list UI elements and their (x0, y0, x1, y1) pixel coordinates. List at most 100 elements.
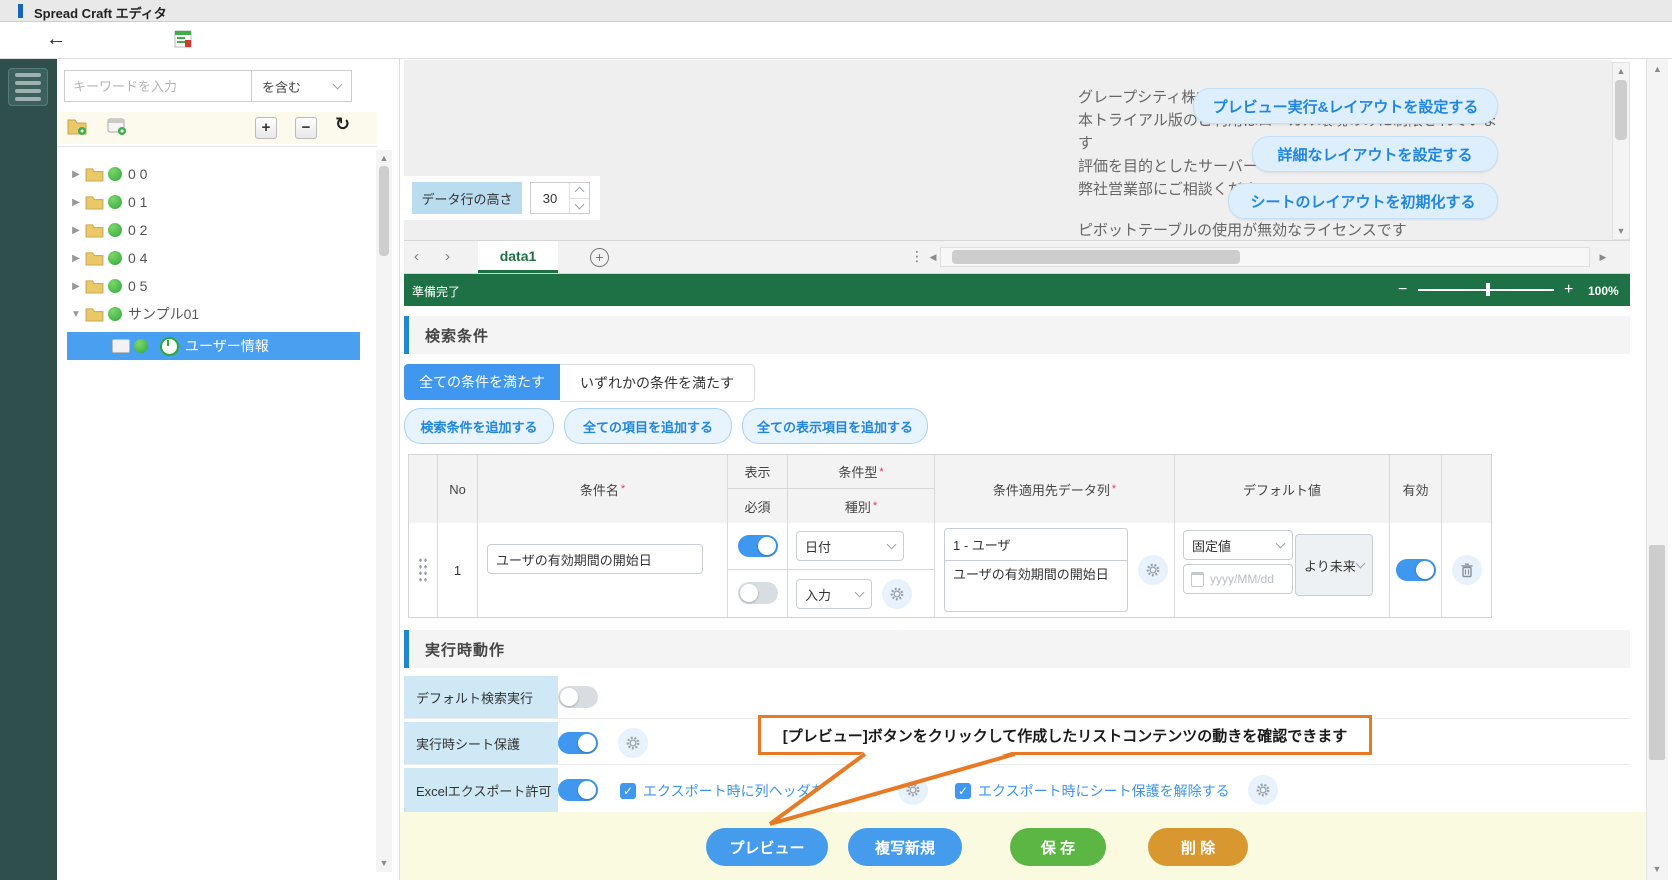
condition-name-input[interactable] (487, 544, 703, 574)
add-view-icon[interactable] (106, 116, 128, 136)
required-asterisk: * (620, 483, 626, 495)
sheet-tab-data1[interactable]: data1 (478, 241, 558, 273)
tab-match-any[interactable]: いずれかの条件を満たす (560, 364, 755, 402)
tree-item-sample01[interactable]: ▼ サンプル01 (67, 300, 360, 328)
folder-icon (85, 168, 104, 182)
expand-all-button[interactable]: + (255, 117, 277, 139)
tree-scrollbar[interactable]: ▲ (376, 150, 392, 872)
delete-button[interactable]: 削 除 (1148, 828, 1248, 866)
section-accent-bar (404, 630, 409, 668)
enabled-toggle[interactable] (1396, 559, 1436, 581)
preview-hint-callout: [プレビュー]ボタンをクリックして作成したリストコンテンツの動きを確認できます (758, 715, 1372, 755)
preview-scrollbar-thumb[interactable] (1615, 80, 1627, 140)
add-sheet-icon[interactable]: + (590, 248, 609, 267)
expand-icon[interactable]: ▶ (67, 169, 85, 180)
scroll-down-icon[interactable]: ▼ (376, 858, 392, 868)
folder-icon (85, 308, 104, 322)
add-folder-icon[interactable] (66, 116, 88, 136)
reset-sheet-layout-button[interactable]: シートのレイアウトを初期化する (1228, 183, 1498, 219)
row-height-input[interactable] (531, 183, 569, 213)
excel-export-label: Excelエクスポート許可 (404, 768, 558, 812)
tree-scrollbar-thumb[interactable] (379, 166, 389, 256)
scroll-left-icon[interactable]: ◀ (926, 252, 940, 263)
back-icon[interactable]: ← (46, 28, 66, 51)
default-search-toggle[interactable] (558, 686, 598, 708)
stepper-down-icon[interactable] (570, 197, 589, 214)
zoom-slider-thumb[interactable] (1486, 283, 1490, 296)
expand-icon[interactable]: ▶ (67, 225, 85, 236)
type-select-value: 日付 (805, 539, 832, 555)
refresh-icon[interactable]: ↻ (335, 114, 350, 135)
required-toggle[interactable] (738, 582, 778, 604)
kind-settings-gear-icon[interactable] (882, 579, 912, 609)
tree-item-00[interactable]: ▶ 0 0 (67, 160, 360, 188)
chevron-down-icon (1275, 538, 1286, 549)
zoom-in-icon[interactable]: + (1564, 281, 1573, 299)
detail-layout-button[interactable]: 詳細なレイアウトを設定する (1252, 136, 1498, 172)
page-scrollbar-thumb[interactable] (1649, 545, 1665, 760)
default-type-select[interactable]: 固定値 (1183, 530, 1293, 560)
sheet-protect-toggle[interactable] (558, 732, 598, 754)
default-operator-select[interactable]: より未来 (1295, 534, 1373, 596)
collapse-icon[interactable]: ▼ (67, 309, 85, 320)
search-conditions-header: 検索条件 (404, 316, 1630, 354)
collapse-all-button[interactable]: − (295, 117, 317, 139)
tree-item-user-info-selected[interactable]: ユーザー情報 (67, 332, 360, 360)
tree-item-01[interactable]: ▶ 0 1 (67, 188, 360, 216)
excel-export-toggle[interactable] (558, 779, 598, 801)
display-toggle[interactable] (738, 535, 778, 557)
expand-icon[interactable]: ▶ (67, 197, 85, 208)
target-column-box[interactable]: 1 - ユーザ ユーザの有効期間の開始日 (944, 528, 1128, 612)
hamburger-menu-icon[interactable] (8, 68, 48, 106)
power-status-icon (160, 336, 179, 356)
add-all-display-items-button[interactable]: 全ての表示項目を追加する (742, 408, 928, 444)
header-default-value: デフォルト値 (1175, 455, 1390, 523)
tab-match-all[interactable]: 全ての条件を満たす (404, 364, 560, 400)
scroll-down-icon[interactable]: ▼ (1612, 226, 1630, 236)
default-date-input[interactable]: yyyy/MM/dd (1183, 564, 1293, 594)
tab-nav-right-icon[interactable]: › (445, 248, 450, 265)
expand-icon[interactable]: ▶ (67, 253, 85, 264)
tab-nav-left-icon[interactable]: ‹ (414, 248, 419, 265)
callout-tail (768, 751, 1016, 826)
header-target: 条件適用先データ列 * (935, 455, 1175, 523)
add-condition-button[interactable]: 検索条件を追加する (404, 408, 554, 444)
delete-row-trash-icon[interactable] (1452, 555, 1482, 585)
header-required: 必須 (728, 489, 788, 523)
app-title: Spread Craft エディタ (34, 6, 167, 21)
row-height-label: データ行の高さ (412, 182, 522, 214)
expand-icon[interactable]: ▶ (67, 281, 85, 292)
more-options-icon[interactable]: ⋮ (910, 248, 924, 265)
spreadsheet-icon[interactable] (174, 30, 192, 48)
status-dot-icon (108, 223, 122, 237)
row-height-stepper[interactable] (530, 182, 590, 214)
scroll-down-icon[interactable]: ▼ (1646, 864, 1668, 874)
target-settings-gear-icon[interactable] (1138, 555, 1168, 585)
zoom-out-icon[interactable]: − (1398, 281, 1407, 299)
scroll-up-icon[interactable]: ▲ (1613, 63, 1629, 76)
scroll-up-icon[interactable]: ▲ (376, 150, 392, 163)
header-no: No (438, 455, 478, 523)
preview-run-layout-button[interactable]: プレビュー実行&レイアウトを設定する (1193, 88, 1498, 124)
tree-item-05[interactable]: ▶ 0 5 (67, 272, 360, 300)
tree-item-02[interactable]: ▶ 0 2 (67, 216, 360, 244)
scroll-right-icon[interactable]: ▶ (1596, 252, 1610, 263)
drag-handle[interactable] (418, 557, 428, 583)
export-unprotect-gear-icon[interactable] (1248, 775, 1278, 805)
keyword-search-input[interactable] (64, 70, 252, 102)
match-mode-select[interactable]: を含む (252, 70, 352, 102)
stepper-up-icon[interactable] (570, 183, 589, 198)
horizontal-scrollbar-thumb[interactable] (952, 250, 1240, 264)
target-column-value: ユーザの有効期間の開始日 (953, 567, 1109, 582)
scroll-up-icon[interactable]: ▲ (1647, 59, 1668, 74)
kind-select[interactable]: 入力 (796, 579, 872, 609)
tree-item-04[interactable]: ▶ 0 4 (67, 244, 360, 272)
divider (57, 146, 377, 147)
app-accent-bar (18, 4, 23, 18)
main-toolbar (0, 22, 1672, 59)
type-select[interactable]: 日付 (796, 531, 904, 561)
sheet-protect-gear-icon[interactable] (618, 728, 648, 758)
export-header-checkbox[interactable]: ✓ (620, 783, 636, 799)
add-all-items-button[interactable]: 全ての項目を追加する (564, 408, 732, 444)
folder-icon (85, 280, 104, 294)
